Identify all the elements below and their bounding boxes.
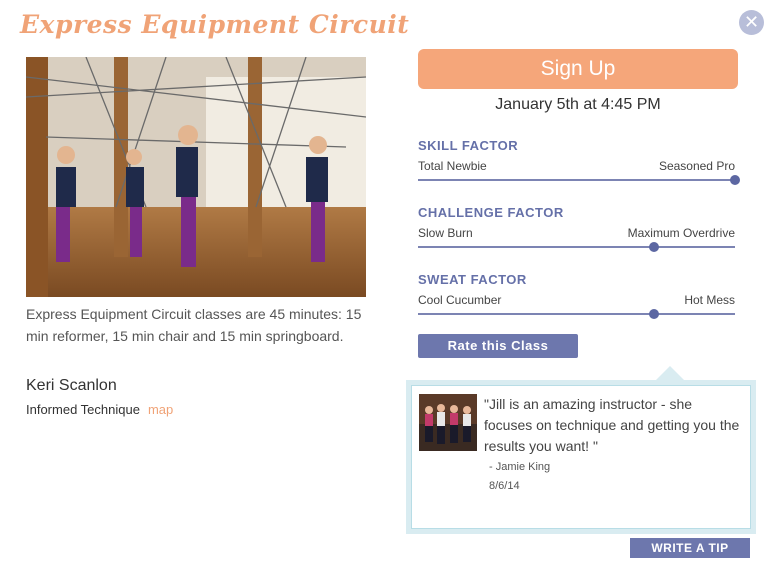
factor-slider-knob (730, 175, 740, 185)
factor-title: CHALLENGE FACTOR (418, 205, 564, 220)
factor-low-label: Cool Cucumber (418, 293, 502, 307)
factor-high-label: Seasoned Pro (658, 159, 735, 173)
tip-author: - Jamie King (489, 461, 551, 473)
factor-slider-knob (649, 242, 660, 252)
rate-class-button[interactable]: Rate this Class (418, 334, 578, 358)
write-tip-button[interactable]: WRITE A TIP (630, 538, 750, 558)
tip-quote: "Jill is an amazing instructor - she foc… (484, 396, 740, 454)
sweat-factor: SWEAT FACTOR Cool Cucumber Hot Mess (418, 272, 735, 319)
class-description: Express Equipment Circuit classes are 45… (26, 306, 362, 344)
tip-card: "Jill is an amazing instructor - she foc… (411, 385, 751, 529)
factor-slider-track (418, 242, 735, 252)
close-icon[interactable]: ✕ (739, 10, 764, 35)
class-datetime: January 5th at 4:45 PM (495, 96, 661, 113)
factor-slider-track (418, 309, 735, 319)
tip-author-photo (419, 394, 477, 451)
factor-low-label: Total Newbie (418, 159, 487, 173)
factor-slider-knob (649, 309, 660, 319)
challenge-factor: CHALLENGE FACTOR Slow Burn Maximum Overd… (418, 205, 735, 252)
class-photo (26, 57, 366, 297)
studio-name: Informed Technique (26, 402, 140, 417)
factor-title: SKILL FACTOR (418, 138, 519, 153)
factor-high-label: Maximum Overdrive (627, 226, 735, 240)
signup-button[interactable]: Sign Up (418, 49, 738, 89)
map-link[interactable]: map (148, 402, 173, 417)
studio-line: Informed Technique map (26, 402, 173, 417)
factor-slider-track (418, 175, 740, 185)
instructor-name: Keri Scanlon (26, 377, 117, 394)
tip-date: 8/6/14 (489, 480, 520, 492)
skill-factor: SKILL FACTOR Total Newbie Seasoned Pro (418, 138, 740, 185)
factor-low-label: Slow Burn (418, 226, 473, 240)
class-title: Express Equipment Circuit (20, 10, 410, 39)
factor-title: SWEAT FACTOR (418, 272, 527, 287)
tip-pointer (656, 366, 684, 380)
factor-high-label: Hot Mess (684, 293, 735, 307)
